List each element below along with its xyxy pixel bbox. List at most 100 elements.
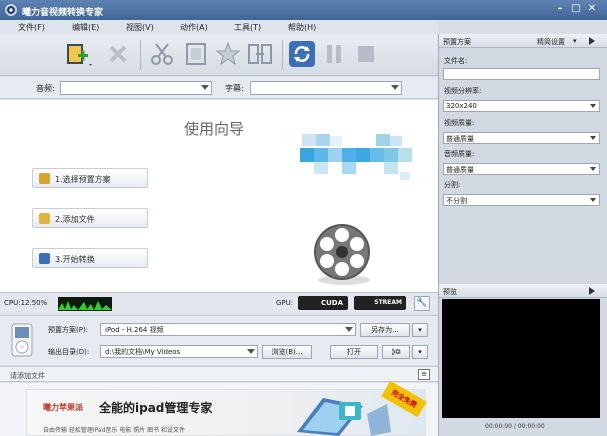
pause-icon[interactable] <box>320 40 348 68</box>
blurred-region <box>400 172 410 180</box>
menu-edit[interactable]: 编辑(E) <box>72 22 99 33</box>
cut-icon[interactable] <box>148 40 176 68</box>
cuda-badge: CUDA <box>298 296 348 310</box>
effects-icon[interactable] <box>214 40 242 68</box>
menu-file[interactable]: 文件(F) <box>18 22 45 33</box>
step-start-convert-button[interactable]: 3.开始转换 <box>32 248 148 268</box>
resolution-value: 320x240 <box>446 102 477 110</box>
audio-label: 音频: <box>36 84 55 93</box>
free-badge-label: 完全免费 <box>389 388 419 410</box>
settings-wrench-icon[interactable]: 🔧 <box>414 296 430 311</box>
resolution-select[interactable]: 320x240 <box>443 100 600 112</box>
preset-settings-panel: 预置方案 精简设置 ▾ 文件名: 视频分辨率: 320x240 视频质量: 普通… <box>438 34 607 436</box>
preset-panel-title: 预置方案 <box>443 38 471 46</box>
panel-expand-icon[interactable] <box>589 37 595 45</box>
open-label: 打开 <box>347 348 361 356</box>
preset-panel-header: 预置方案 精简设置 ▾ <box>439 34 607 48</box>
blurred-region <box>398 148 412 162</box>
blurred-region <box>376 134 390 146</box>
merge-icon[interactable] <box>246 40 274 68</box>
file-list-bar: 请添加文件 ≡ <box>0 366 438 382</box>
audio-quality-select[interactable]: 普通质量 <box>443 163 600 175</box>
convert-icon[interactable] <box>288 40 316 68</box>
browse-button[interactable]: 浏览(B)... <box>262 345 312 359</box>
preset-select[interactable]: iPod - H.264 视频 <box>100 323 356 336</box>
toolbar-separator <box>140 40 141 70</box>
browse-label: 浏览(B)... <box>271 348 303 356</box>
banner-brand: 曦力苹果派 <box>43 403 83 412</box>
open-button[interactable]: 打开 <box>330 345 378 359</box>
maximize-icon[interactable]: □ <box>569 3 583 16</box>
subtitle-select[interactable] <box>250 81 402 95</box>
save-as-dropdown-icon[interactable]: ▾ <box>412 323 428 337</box>
add-file-icon[interactable] <box>64 40 92 68</box>
add-file-icon <box>39 213 50 224</box>
ad-banner[interactable]: 曦力苹果派 全能的ipad管理专家 自由传输 轻松管理iPad音乐 电影 照片 … <box>0 380 438 436</box>
menu-action[interactable]: 动作(A) <box>180 22 208 33</box>
cpu-graph <box>58 297 112 311</box>
audio-quality-value: 普通质量 <box>446 166 474 174</box>
video-quality-select[interactable]: 普通质量 <box>443 132 600 144</box>
blurred-region <box>342 148 356 162</box>
advanced-settings-menu[interactable]: 精简设置 <box>537 37 565 47</box>
split-select[interactable]: 不分割 <box>443 194 600 206</box>
gpu-label: GPU: <box>276 299 294 307</box>
advanced-dropdown-icon[interactable]: ▾ <box>573 37 577 45</box>
close-icon[interactable]: ✕ <box>585 3 599 16</box>
video-preview <box>442 299 600 418</box>
split-label: 分割: <box>444 181 461 189</box>
video-quality-value: 普通质量 <box>446 135 474 143</box>
filename-input[interactable] <box>443 68 600 80</box>
banner-slogan: 全能的ipad管理专家 <box>99 401 213 415</box>
preview-expand-icon[interactable] <box>589 287 595 295</box>
film-icon[interactable] <box>182 40 210 68</box>
audio-quality-label: 音频质量: <box>444 150 475 158</box>
title-bar: 曦力音视频转换专家 – □ ✕ <box>0 0 607 20</box>
menu-view[interactable]: 视图(V) <box>126 22 154 33</box>
step-choose-preset-button[interactable]: 1.选择预置方案 <box>32 168 148 188</box>
blurred-region <box>328 148 342 162</box>
blurred-region <box>356 148 370 162</box>
status-bar: CPU:12.50% GPU: CUDA STREAM 🔧 <box>0 292 438 314</box>
after-convert-dropdown-icon[interactable]: ▾ <box>412 345 428 359</box>
step-add-file-button[interactable]: 2.添加文件 <box>32 208 148 228</box>
convert-icon <box>39 253 50 264</box>
blurred-region <box>342 162 356 174</box>
list-view-icon[interactable]: ≡ <box>418 369 430 380</box>
blurred-region <box>390 136 402 146</box>
output-dir-label: 输出目录(D): <box>48 348 90 356</box>
preset-value: iPod - H.264 视频 <box>105 326 164 334</box>
cuda-label: CUDA <box>320 299 343 307</box>
preset-icon <box>39 173 50 184</box>
subtitle-label: 字幕: <box>225 84 244 93</box>
guide-area: 使用向导 1.选择预置方案 2.添加文件 3.开始转换 <box>24 100 438 292</box>
window-title: 曦力音视频转换专家 <box>22 8 104 18</box>
guide-title: 使用向导 <box>184 120 245 138</box>
save-as-label: 另存为... <box>371 326 399 334</box>
save-as-button[interactable]: 另存为... <box>360 323 410 337</box>
banner-subtitle: 自由传输 轻松管理iPad音乐 电影 照片 图书 和设文件 <box>43 427 186 434</box>
blurred-region <box>370 148 384 162</box>
step-label: 2.添加文件 <box>55 215 95 224</box>
after-convert-icon[interactable]: ⟫⧉ <box>382 345 410 359</box>
toolbar-separator <box>282 40 283 70</box>
resolution-label: 视频分辨率: <box>444 87 482 95</box>
stop-icon[interactable] <box>352 40 380 68</box>
ipad-devices-image <box>297 398 391 436</box>
delete-icon[interactable] <box>104 40 132 68</box>
output-dir-select[interactable]: d:\我的文档\My Videos <box>100 345 258 358</box>
minimize-icon[interactable]: – <box>553 3 567 16</box>
stream-badge: STREAM <box>354 296 406 310</box>
blurred-region <box>300 148 314 162</box>
audio-subtitle-row: 音频: 字幕: <box>0 77 438 99</box>
preview-panel-header: 预览 <box>439 284 607 298</box>
blurred-region <box>316 134 330 146</box>
menu-help[interactable]: 帮助(H) <box>288 22 316 33</box>
blurred-region <box>384 162 398 174</box>
menu-tools[interactable]: 工具(T) <box>234 22 261 33</box>
audio-select[interactable] <box>60 81 212 95</box>
step-label: 3.开始转换 <box>55 255 95 264</box>
cpu-usage: CPU:12.50% <box>4 299 48 307</box>
blurred-region <box>314 162 328 174</box>
output-panel: 预置方案(P): iPod - H.264 视频 另存为... ▾ 输出目录(D… <box>0 315 438 365</box>
